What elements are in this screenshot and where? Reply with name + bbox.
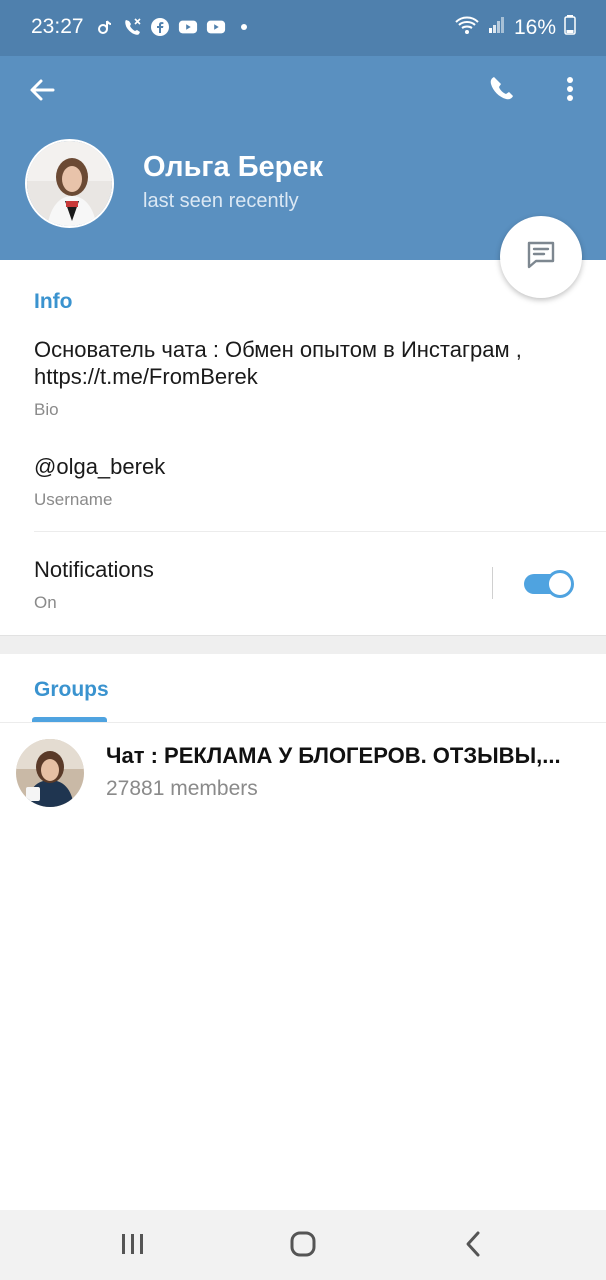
youtube-icon	[178, 17, 198, 37]
phone-icon	[486, 74, 516, 109]
tab-groups[interactable]: Groups	[32, 678, 109, 722]
notifications-toggle[interactable]	[524, 570, 576, 598]
back-nav-icon	[463, 1230, 483, 1263]
youtube-icon	[206, 17, 226, 37]
username-text[interactable]: @olga_berek	[34, 453, 165, 480]
profile-status: last seen recently	[143, 190, 299, 212]
status-bar: 23:27 16%	[0, 0, 606, 56]
more-options-button[interactable]	[552, 70, 588, 112]
missed-call-icon	[122, 17, 142, 37]
battery-icon	[564, 15, 576, 41]
info-section-title: Info	[34, 290, 73, 313]
group-avatar	[16, 739, 84, 807]
divider	[34, 531, 606, 532]
notification-icons	[94, 17, 254, 37]
battery-percent: 16%	[513, 16, 556, 39]
username-caption: Username	[34, 490, 113, 509]
back-nav-button[interactable]	[443, 1224, 503, 1268]
section-gap	[0, 635, 606, 654]
list-item[interactable]: Чат : РЕКЛАМА У БЛОГЕРОВ. ОТЗЫВЫ,... 278…	[0, 734, 606, 814]
tabs-border	[0, 722, 606, 723]
send-message-button[interactable]	[500, 216, 582, 298]
home-button[interactable]	[273, 1224, 333, 1268]
bio-text[interactable]: Основатель чата : Обмен опытом в Инстагр…	[34, 336, 574, 390]
avatar[interactable]	[25, 139, 114, 228]
back-button[interactable]	[22, 72, 62, 112]
tiktok-icon	[94, 17, 114, 37]
system-nav-bar	[0, 1210, 606, 1280]
dot-icon	[234, 17, 254, 37]
more-vert-icon	[566, 76, 574, 107]
recents-button[interactable]	[103, 1224, 163, 1268]
groups-section: Groups Чат : РЕКЛАМА У БЛОГЕРОВ. ОТЗЫВЫ,…	[0, 654, 606, 1210]
notifications-state: On	[34, 593, 57, 612]
notifications-separator	[492, 567, 493, 599]
call-button[interactable]	[480, 70, 522, 112]
group-title: Чат : РЕКЛАМА У БЛОГЕРОВ. ОТЗЫВЫ,...	[106, 743, 561, 768]
message-icon	[525, 239, 557, 276]
wifi-icon	[454, 15, 480, 41]
profile-name: Ольга Берек	[143, 151, 324, 183]
info-section: Info Основатель чата : Обмен опытом в Ин…	[0, 260, 606, 635]
recents-icon	[120, 1232, 146, 1261]
toggle-thumb	[546, 570, 574, 598]
bio-caption: Bio	[34, 400, 59, 419]
group-members: 27881 members	[106, 777, 258, 800]
tab-groups-label: Groups	[34, 678, 109, 701]
status-time: 23:27	[31, 15, 84, 38]
notifications-label[interactable]: Notifications	[34, 556, 154, 583]
signal-icon	[488, 16, 506, 40]
home-icon	[289, 1230, 317, 1263]
status-right: 16%	[454, 15, 576, 41]
facebook-icon	[150, 17, 170, 37]
back-icon	[28, 76, 56, 109]
